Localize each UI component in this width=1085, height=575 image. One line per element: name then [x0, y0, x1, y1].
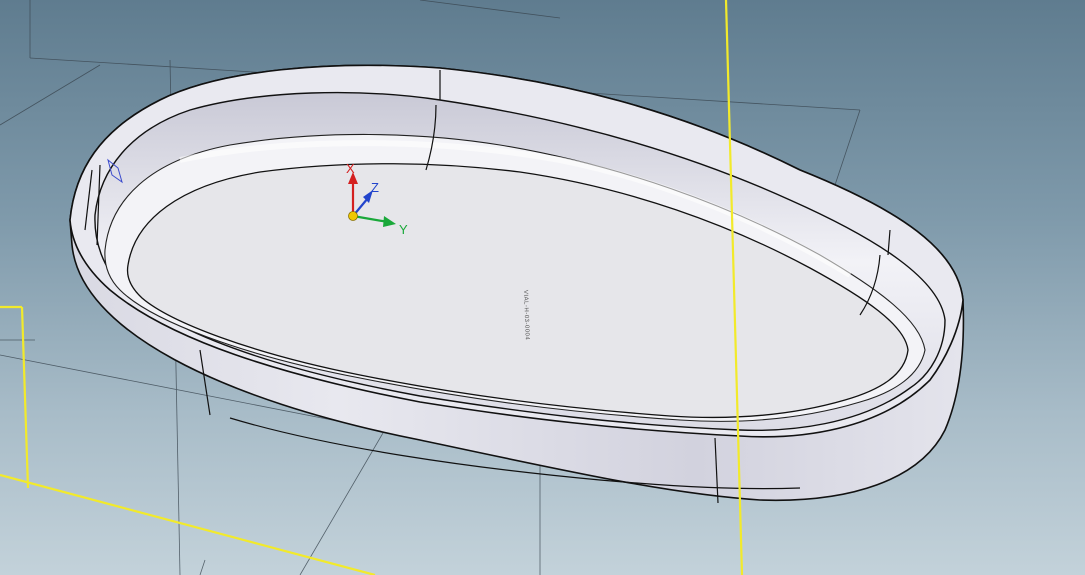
y-axis-label: Y [399, 222, 408, 237]
x-axis-label: X [346, 161, 355, 176]
z-axis-label: Z [371, 180, 379, 195]
3d-viewport[interactable]: VIAL-H-03-0004 X Y Z [0, 0, 1085, 575]
model-scene[interactable]: VIAL-H-03-0004 X Y Z [0, 0, 1085, 575]
origin-point-icon [348, 211, 358, 221]
